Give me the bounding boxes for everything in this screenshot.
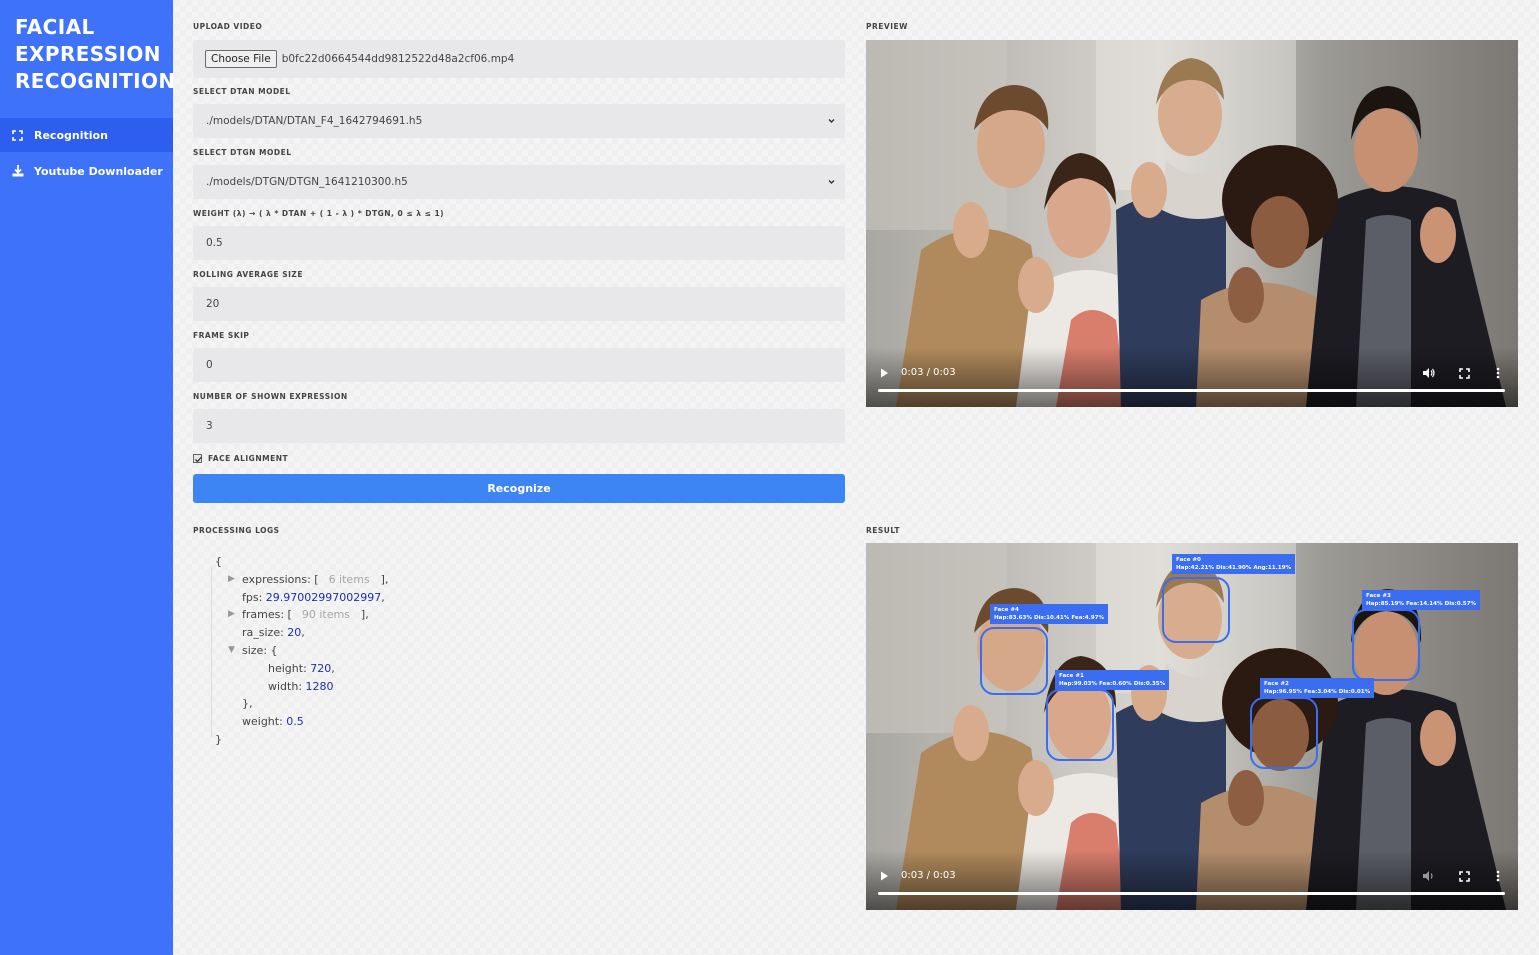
recognize-button[interactable]: Recognize bbox=[193, 474, 845, 503]
app-title-line: RECOGNITION bbox=[15, 69, 176, 93]
expand-triangle-icon[interactable]: ▶ bbox=[228, 606, 235, 624]
video-controls: 0:03 / 0:03 bbox=[866, 347, 1518, 407]
dtan-model-value: ./models/DTAN/DTAN_F4_1642794691.h5 bbox=[206, 115, 423, 127]
rolling-average-label: ROLLING AVERAGE SIZE bbox=[193, 270, 303, 279]
fullscreen-icon[interactable] bbox=[1459, 368, 1470, 379]
download-icon bbox=[0, 165, 34, 177]
shown-expression-value: 3 bbox=[206, 420, 213, 432]
face-tag-0: Face #0 Hap:42.21% Dis:41.90% Ang:11.19% bbox=[1172, 554, 1296, 574]
chevron-down-icon bbox=[828, 119, 835, 123]
more-options-icon[interactable] bbox=[1496, 870, 1500, 882]
volume-icon[interactable] bbox=[1422, 367, 1435, 379]
focus-frame-icon bbox=[0, 129, 34, 141]
processing-logs-tree: { ▶ expressions: [6 items], fps: 29.9700… bbox=[207, 553, 507, 749]
log-width: width: 1280 bbox=[268, 679, 334, 693]
face-tag-2: Face #2 Hap:96.95% Fea:3.04% Dis:0.01% bbox=[1260, 678, 1375, 698]
check-icon bbox=[195, 456, 202, 463]
face-alignment-row[interactable]: FACE ALIGNMENT bbox=[193, 454, 288, 463]
log-ra-size: ra_size: 20, bbox=[242, 626, 305, 640]
face-box-0 bbox=[1162, 577, 1230, 643]
weight-label: WEIGHT (λ) → ( λ * DTAN + ( 1 - λ ) * DT… bbox=[193, 209, 445, 218]
collapse-triangle-icon[interactable]: ▼ bbox=[228, 642, 235, 660]
sidebar: FACIAL EXPRESSION RECOGNITION Recognitio… bbox=[0, 0, 176, 955]
face-tag-1: Face #1 Hap:99.03% Fea:0.60% Dis:0.35% bbox=[1055, 670, 1170, 690]
log-weight: weight: 0.5 bbox=[242, 715, 304, 729]
weight-value: 0.5 bbox=[206, 237, 223, 249]
fullscreen-icon[interactable] bbox=[1459, 871, 1470, 882]
app-title: FACIAL EXPRESSION RECOGNITION bbox=[15, 14, 176, 95]
dtgn-model-label: SELECT DTGN MODEL bbox=[193, 148, 292, 157]
log-expressions[interactable]: ▶ expressions: [6 items], bbox=[207, 571, 507, 589]
rolling-average-input[interactable]: 20 bbox=[193, 287, 845, 321]
result-label: RESULT bbox=[866, 526, 901, 535]
video-progress-bar[interactable] bbox=[878, 892, 1505, 895]
frame-skip-label: FRAME SKIP bbox=[193, 331, 250, 340]
shown-expression-input[interactable]: 3 bbox=[193, 409, 845, 443]
app-title-line: EXPRESSION bbox=[15, 42, 161, 66]
video-time: 0:03 / 0:03 bbox=[901, 870, 956, 881]
file-upload-field[interactable]: Choose File b0fc22d0664544dd9812522d48a2… bbox=[193, 40, 845, 78]
weight-input[interactable]: 0.5 bbox=[193, 226, 845, 260]
log-size[interactable]: ▼ size: { bbox=[207, 642, 507, 660]
upload-video-label: UPLOAD VIDEO bbox=[193, 22, 263, 31]
choose-file-button[interactable]: Choose File bbox=[205, 50, 277, 68]
log-open-brace: { bbox=[215, 555, 222, 568]
frame-skip-value: 0 bbox=[206, 359, 213, 371]
frame-skip-input[interactable]: 0 bbox=[193, 348, 845, 382]
chevron-down-icon bbox=[828, 180, 835, 184]
play-icon[interactable] bbox=[880, 368, 889, 378]
video-time: 0:03 / 0:03 bbox=[901, 367, 956, 378]
shown-expression-label: NUMBER OF SHOWN EXPRESSION bbox=[193, 392, 348, 401]
app-title-line: FACIAL bbox=[15, 15, 95, 39]
face-box-2 bbox=[1250, 697, 1318, 769]
rolling-average-value: 20 bbox=[206, 298, 220, 310]
file-name: b0fc22d0664544dd9812522d48a2cf06.mp4 bbox=[281, 53, 515, 65]
video-controls: 0:03 / 0:03 bbox=[866, 850, 1518, 910]
face-box-3 bbox=[1352, 609, 1420, 681]
sidebar-item-youtube-downloader[interactable]: Youtube Downloader bbox=[0, 154, 173, 188]
face-alignment-label: FACE ALIGNMENT bbox=[208, 454, 289, 463]
processing-logs-label: PROCESSING LOGS bbox=[193, 526, 280, 535]
preview-video[interactable]: 0:03 / 0:03 bbox=[866, 40, 1518, 407]
sidebar-item-recognition[interactable]: Recognition bbox=[0, 118, 173, 152]
dtan-model-label: SELECT DTAN MODEL bbox=[193, 87, 291, 96]
volume-muted-icon[interactable] bbox=[1422, 870, 1435, 882]
more-options-icon[interactable] bbox=[1496, 367, 1500, 379]
dtgn-model-value: ./models/DTGN/DTGN_1641210300.h5 bbox=[206, 176, 408, 188]
log-size-end: }, bbox=[242, 697, 253, 711]
face-tag-4: Face #4 Hap:83.63% Dis:10.41% Fea:4.97% bbox=[990, 604, 1109, 624]
dtgn-model-select[interactable]: ./models/DTGN/DTGN_1641210300.h5 bbox=[193, 165, 845, 199]
play-icon[interactable] bbox=[880, 871, 889, 881]
log-close-brace: } bbox=[215, 732, 222, 746]
face-box-1 bbox=[1046, 689, 1114, 761]
log-fps: fps: 29.97002997002997, bbox=[242, 590, 385, 604]
face-alignment-checkbox[interactable] bbox=[193, 454, 202, 463]
expand-triangle-icon[interactable]: ▶ bbox=[228, 571, 235, 589]
face-tag-3: Face #3 Hap:85.19% Fea:14.14% Dis:0.57% bbox=[1362, 590, 1481, 610]
log-height: height: 720, bbox=[268, 661, 335, 675]
preview-label: PREVIEW bbox=[866, 22, 908, 31]
dtan-model-select[interactable]: ./models/DTAN/DTAN_F4_1642794691.h5 bbox=[193, 104, 845, 138]
face-box-4 bbox=[980, 627, 1048, 695]
sidebar-item-label: Youtube Downloader bbox=[34, 164, 163, 178]
log-frames[interactable]: ▶ frames: [90 items], bbox=[207, 606, 507, 624]
video-progress-bar[interactable] bbox=[878, 389, 1505, 392]
result-video[interactable]: Face #0 Hap:42.21% Dis:41.90% Ang:11.19% … bbox=[866, 543, 1518, 910]
sidebar-item-label: Recognition bbox=[34, 128, 108, 142]
